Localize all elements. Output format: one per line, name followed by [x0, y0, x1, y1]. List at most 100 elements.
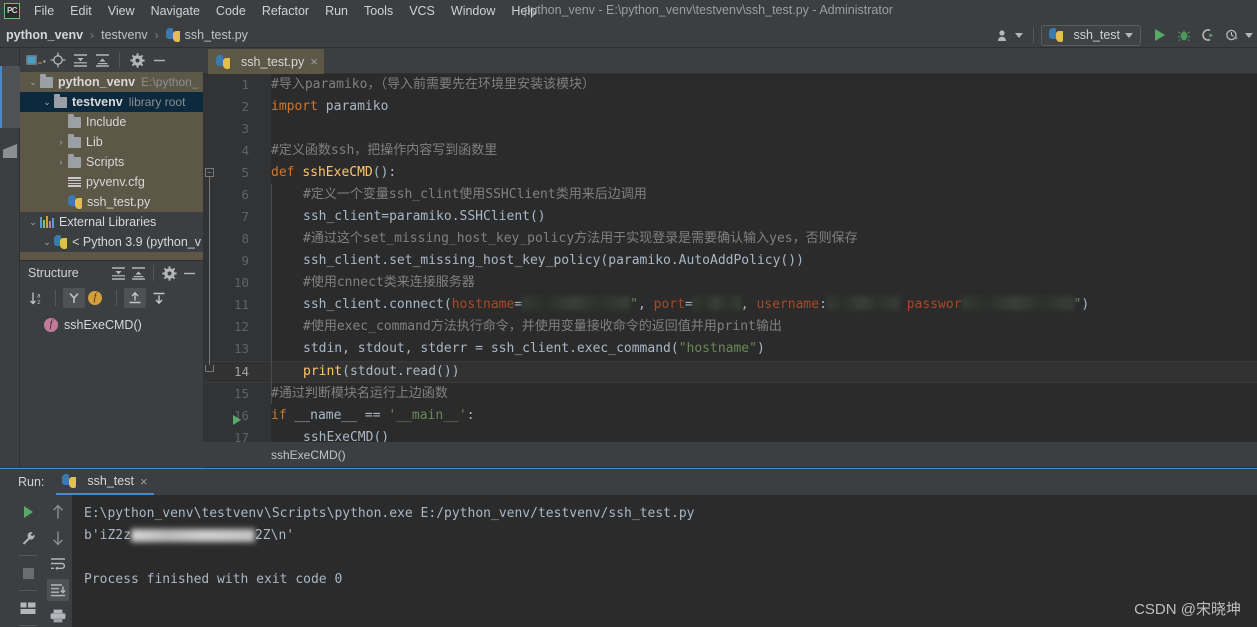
breadcrumb-item-folder[interactable]: testvenv [101, 28, 148, 42]
code-line-12: #使用exec_command方法执行命令，并使用变量接收命令的返回值并用pri… [303, 319, 782, 334]
menu-item-refactor[interactable]: Refactor [254, 2, 317, 20]
navigation-bar: python_venv › testvenv › ssh_test.py ssh… [0, 22, 1257, 48]
tree-node-testvenv[interactable]: ⌄ testvenv library root [20, 92, 203, 112]
python-file-icon [62, 474, 77, 488]
expand-all-icon[interactable] [108, 263, 128, 283]
run-configuration-selector[interactable]: ssh_test [1041, 24, 1141, 46]
editor-breadcrumb-label[interactable]: sshExeCMD() [271, 448, 346, 462]
menu-item-vcs[interactable]: VCS [401, 2, 443, 20]
menu-item-run[interactable]: Run [317, 2, 356, 20]
user-icon[interactable] [994, 24, 1026, 46]
structure-item-label: sshExeCMD() [64, 318, 142, 332]
menu-item-tools[interactable]: Tools [356, 2, 401, 20]
code-line-1: #导入paramiko，（导入前需要先在环境里安装该模块） [271, 77, 595, 92]
tree-node-pyvenv-cfg[interactable]: pyvenv.cfg [20, 172, 203, 192]
editor-tab-label: ssh_test.py [241, 54, 305, 69]
toolbar-divider [119, 52, 120, 68]
console-line: E:\python_venv\testvenv\Scripts\python.e… [84, 506, 695, 521]
panel-resize-grip[interactable] [3, 144, 17, 158]
breadcrumb-separator-icon: › [154, 27, 159, 42]
locate-icon[interactable] [48, 50, 68, 70]
line-number: 6 [241, 187, 249, 202]
scroll-to-end-icon[interactable] [47, 579, 69, 601]
libraries-icon [40, 216, 54, 228]
menu-item-file[interactable]: File [26, 2, 62, 20]
run-tab-ssh-test[interactable]: ssh_test × [56, 469, 154, 495]
hide-panel-icon[interactable] [179, 263, 199, 283]
menu-item-view[interactable]: View [100, 2, 143, 20]
sort-alphabetically-icon[interactable]: a z [26, 288, 48, 308]
run-toolbar-primary [14, 497, 42, 627]
tree-node-include[interactable]: Include [20, 112, 203, 132]
editor-tab-ssh-test-py[interactable]: ssh_test.py × [208, 49, 324, 74]
folder-icon [68, 133, 81, 148]
fold-marker-collapse[interactable]: − [205, 168, 214, 177]
run-icon[interactable] [1149, 24, 1171, 46]
collapse-all-icon[interactable] [148, 288, 170, 308]
line-number: 1 [241, 77, 249, 92]
tree-node-lib[interactable]: › Lib [20, 132, 203, 152]
collapse-all-icon[interactable] [128, 263, 148, 283]
scroll-down-icon[interactable] [47, 527, 69, 549]
chevron-right-icon[interactable]: › [54, 137, 68, 147]
scroll-up-icon[interactable] [47, 501, 69, 523]
stop-icon[interactable] [17, 562, 39, 584]
menu-item-code[interactable]: Code [208, 2, 254, 20]
menu-item-navigate[interactable]: Navigate [143, 2, 208, 20]
coverage-icon[interactable] [1197, 24, 1219, 46]
expand-all-icon[interactable] [124, 288, 146, 308]
chevron-down-icon [1015, 32, 1024, 38]
run-console-output[interactable]: E:\python_venv\testvenv\Scripts\python.e… [72, 495, 1257, 627]
chevron-down-icon[interactable]: ⌄ [40, 237, 54, 248]
rerun-icon[interactable] [17, 501, 39, 523]
code-editor[interactable]: 1 2 3 4 5 6 7 8 9 10 11 12 13 14 15 16 1… [203, 74, 1257, 442]
scope-selector-icon[interactable] [26, 50, 46, 70]
show-fields-icon[interactable]: f [87, 288, 109, 308]
tree-node-ssh-test-py[interactable]: ssh_test.py [20, 192, 203, 212]
code-line-10: #使用cnnect类来连接服务器 [303, 275, 475, 290]
print-icon[interactable] [47, 605, 69, 627]
hide-panel-icon[interactable] [149, 50, 169, 70]
tree-node-scripts[interactable]: › Scripts [20, 152, 203, 172]
line-number: 3 [241, 121, 249, 136]
soft-wrap-icon[interactable] [47, 553, 69, 575]
fold-marker-end[interactable] [205, 365, 214, 372]
editor-fold-strip[interactable] [259, 74, 271, 442]
structure-item-sshexecmd[interactable]: f sshExeCMD() [20, 315, 203, 335]
line-number: 4 [241, 143, 249, 158]
project-tool-window: ⌄ python_venv E:\python_ ⌄ testvenv libr… [20, 48, 203, 260]
editor-breadcrumb-bar: sshExeCMD() [203, 442, 1257, 468]
chevron-down-icon[interactable]: ⌄ [26, 217, 40, 228]
project-toolbar [20, 48, 203, 72]
menu-item-window[interactable]: Window [443, 2, 503, 20]
tree-node-python-39[interactable]: ⌄ < Python 3.9 (python_v [20, 232, 203, 252]
debug-icon[interactable] [1173, 24, 1195, 46]
chevron-down-icon[interactable]: ⌄ [26, 77, 40, 88]
tree-node-sublabel: library root [128, 95, 186, 109]
code-line-11: ssh_client.connect(hostname= ", port=, us… [303, 296, 1090, 312]
settings-gear-icon[interactable] [127, 50, 147, 70]
close-icon[interactable]: × [310, 54, 318, 69]
tree-node-label: ssh_test.py [87, 195, 151, 209]
breadcrumb-item-file[interactable]: ssh_test.py [185, 28, 248, 42]
expand-all-icon[interactable] [70, 50, 90, 70]
chevron-down-icon[interactable] [1245, 32, 1253, 38]
close-icon[interactable]: × [140, 474, 148, 489]
toolbar-divider [55, 290, 56, 306]
settings-gear-icon[interactable] [159, 263, 179, 283]
settings-wrench-icon[interactable] [17, 527, 39, 549]
tree-node-python-venv[interactable]: ⌄ python_venv E:\python_ [20, 72, 203, 92]
collapse-all-icon[interactable] [92, 50, 112, 70]
toolbar-divider [19, 590, 37, 591]
menu-item-edit[interactable]: Edit [62, 2, 100, 20]
chevron-down-icon[interactable]: ⌄ [40, 97, 54, 108]
line-number: 16 [233, 408, 249, 423]
tree-node-external-libraries[interactable]: ⌄ External Libraries [20, 212, 203, 232]
breadcrumb-item-project[interactable]: python_venv [6, 28, 83, 42]
function-icon: f [44, 318, 58, 332]
chevron-right-icon[interactable]: › [54, 157, 68, 167]
run-line-marker-icon[interactable] [233, 415, 241, 425]
layout-icon[interactable] [17, 597, 39, 619]
show-inherited-icon[interactable] [63, 288, 85, 308]
profile-icon[interactable] [1221, 24, 1243, 46]
